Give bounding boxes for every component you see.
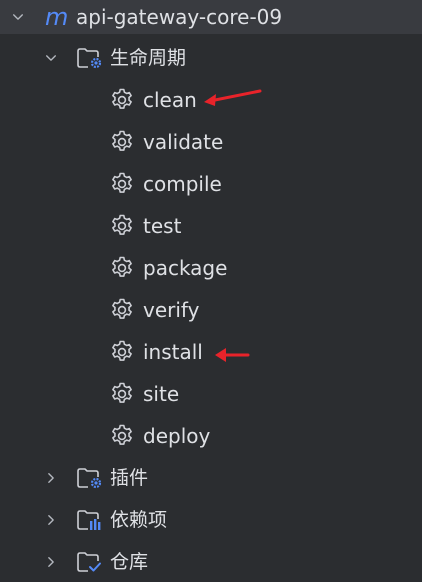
project-name: api-gateway-core-09 xyxy=(76,5,283,29)
tree-row-goal-install[interactable]: install xyxy=(0,332,422,372)
chevron-down-icon[interactable] xyxy=(45,52,57,64)
annotation-arrow-icon xyxy=(215,348,250,362)
gear-icon xyxy=(109,171,135,197)
folder-gear-icon xyxy=(76,466,104,490)
goal-label: deploy xyxy=(143,424,211,448)
gear-icon xyxy=(109,423,135,449)
goal-label: package xyxy=(143,256,228,280)
maven-tool-window-tree: m api-gateway-core-09 生命周期 clean validate… xyxy=(0,0,422,582)
plugins-label: 插件 xyxy=(110,467,149,489)
goal-label: test xyxy=(143,214,182,238)
tree-row-goal-verify[interactable]: verify xyxy=(0,290,422,330)
goal-label: install xyxy=(143,340,203,364)
gear-icon xyxy=(109,87,135,113)
goal-label: site xyxy=(143,382,180,406)
tree-row-goal-site[interactable]: site xyxy=(0,374,422,414)
goal-label: clean xyxy=(143,88,197,112)
chevron-right-icon[interactable] xyxy=(45,556,57,568)
tree-row-goal-deploy[interactable]: deploy xyxy=(0,416,422,456)
chevron-right-icon[interactable] xyxy=(45,472,57,484)
gear-icon xyxy=(109,213,135,239)
goal-label: verify xyxy=(143,298,200,322)
chevron-down-icon[interactable] xyxy=(12,11,24,23)
tree-row-goal-validate[interactable]: validate xyxy=(0,122,422,162)
maven-m-icon: m xyxy=(44,4,70,30)
goal-label: compile xyxy=(143,172,222,196)
dependencies-label: 依赖项 xyxy=(110,509,168,531)
annotation-arrow-icon xyxy=(204,89,262,106)
svg-text:m: m xyxy=(45,4,68,30)
folder-library-icon xyxy=(76,508,104,532)
tree-row-lifecycle[interactable]: 生命周期 xyxy=(0,38,422,78)
lifecycle-label: 生命周期 xyxy=(110,47,187,69)
repositories-label: 仓库 xyxy=(110,551,149,573)
folder-check-icon xyxy=(76,550,104,574)
gear-icon xyxy=(109,381,135,407)
tree-row-plugins[interactable]: 插件 xyxy=(0,458,422,498)
tree-row-goal-compile[interactable]: compile xyxy=(0,164,422,204)
folder-gear-icon xyxy=(76,46,104,70)
goal-label: validate xyxy=(143,130,224,154)
tree-row-goal-test[interactable]: test xyxy=(0,206,422,246)
tree-row-project[interactable]: m api-gateway-core-09 xyxy=(0,0,422,34)
tree-row-goal-package[interactable]: package xyxy=(0,248,422,288)
chevron-right-icon[interactable] xyxy=(45,514,57,526)
tree-row-repositories[interactable]: 仓库 xyxy=(0,542,422,582)
tree-row-dependencies[interactable]: 依赖项 xyxy=(0,500,422,540)
gear-icon xyxy=(109,339,135,365)
gear-icon xyxy=(109,297,135,323)
gear-icon xyxy=(109,129,135,155)
gear-icon xyxy=(109,255,135,281)
